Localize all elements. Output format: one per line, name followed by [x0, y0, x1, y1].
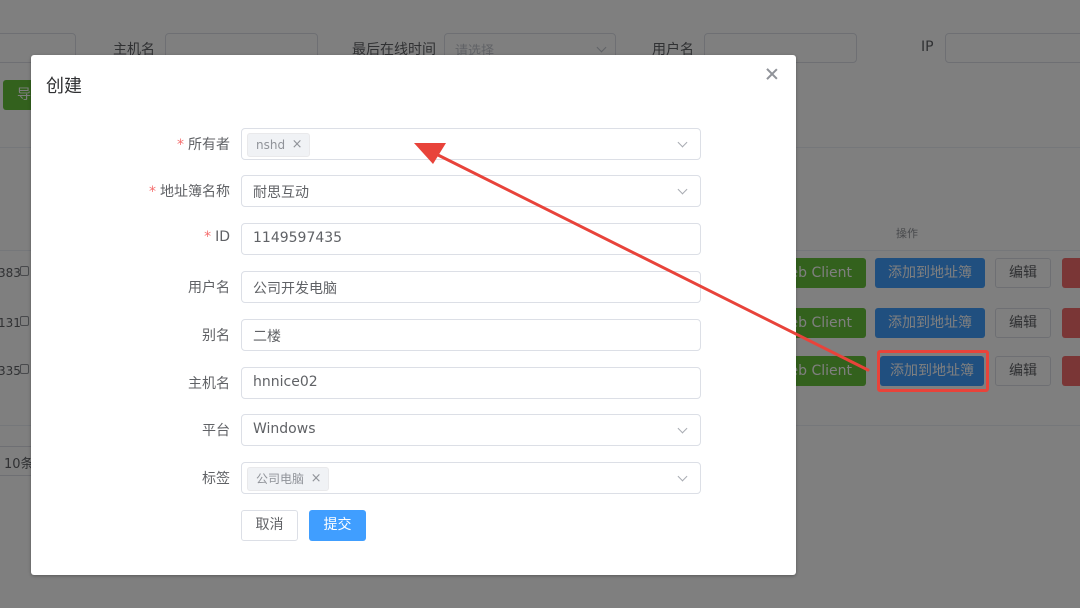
annotation-arrow-icon: [414, 143, 870, 372]
